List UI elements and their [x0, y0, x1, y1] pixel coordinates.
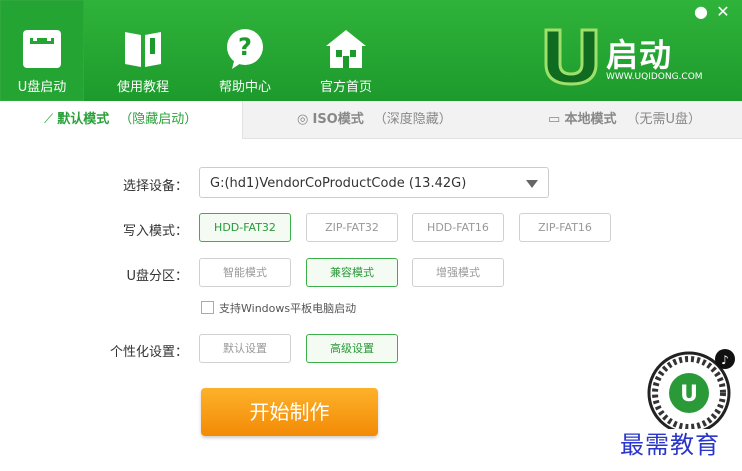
partition-label: U盘分区：: [126, 269, 188, 284]
svg-text:U: U: [680, 382, 698, 407]
write-mode-hdd-fat16[interactable]: HDD-FAT16: [412, 213, 504, 242]
help-icon: ?: [227, 29, 263, 69]
svg-text:?: ?: [238, 33, 252, 61]
nav-tutorial[interactable]: 使用教程: [101, 0, 185, 101]
nav-tutorial-label: 使用教程: [116, 80, 169, 95]
close-icon[interactable]: ✕: [712, 2, 734, 21]
app-logo: 启动 WWW.UQIDONG.COM: [540, 26, 710, 86]
nav-homepage-label: 官方首页: [319, 80, 372, 95]
chevron-down-icon: [526, 180, 538, 188]
minimize-icon[interactable]: ●: [690, 2, 712, 21]
book-icon: [125, 32, 161, 67]
device-select[interactable]: G:(hd1)VendorCoProductCode (13.42G): [199, 167, 549, 198]
home-icon: [326, 30, 366, 68]
mode-tabs: ⟋ 默认模式 （隐藏启动） ◎ ISO模式 （深度隐藏） ▭ 本地模式 （无需U盘）: [0, 101, 742, 139]
nav-homepage[interactable]: 官方首页: [304, 0, 388, 101]
logo-url: WWW.UQIDONG.COM: [606, 72, 703, 82]
watermark-text: 最需教育: [620, 431, 720, 459]
checkbox-box[interactable]: [201, 301, 214, 314]
tab-local-mode[interactable]: ▭ 本地模式 （无需U盘）: [548, 101, 701, 138]
svg-text:♪: ♪: [721, 353, 729, 367]
tab-default-sub: （隐藏启动）: [119, 112, 198, 127]
nav-help[interactable]: ? 帮助中心: [203, 0, 287, 101]
device-value: G:(hd1)VendorCoProductCode (13.42G): [210, 176, 467, 191]
nav-usb-boot-label: U盘启动: [17, 80, 67, 95]
tab-default-label: 默认模式: [57, 112, 110, 127]
nav-help-label: 帮助中心: [218, 80, 271, 95]
write-mode-zip-fat32[interactable]: ZIP-FAT32: [306, 213, 398, 242]
write-mode-zip-fat16[interactable]: ZIP-FAT16: [519, 213, 611, 242]
tab-iso-sub: （深度隐藏）: [373, 112, 452, 127]
top-bar: U盘启动 使用教程 ? 帮助中心 官方首页 ● ✕ 启动 WWW.UQIDONG…: [0, 0, 742, 101]
partition-smart[interactable]: 智能模式: [199, 258, 291, 287]
personal-label: 个性化设置：: [109, 345, 188, 360]
monitor-icon: ▭: [548, 112, 561, 127]
start-button[interactable]: 开始制作: [201, 388, 378, 436]
partition-enhanced[interactable]: 增强模式: [412, 258, 504, 287]
tab-iso-mode[interactable]: ◎ ISO模式 （深度隐藏）: [297, 101, 452, 138]
personal-advanced[interactable]: 高级设置: [306, 334, 398, 363]
qr-code-icon: U ♪: [647, 349, 735, 429]
u-logo-icon: [544, 28, 598, 86]
default-mode-icon: ⟋: [44, 112, 54, 127]
device-label: 选择设备：: [122, 179, 188, 194]
tab-local-sub: （无需U盘）: [626, 112, 701, 127]
tab-default-mode[interactable]: ⟋ 默认模式 （隐藏启动）: [0, 101, 243, 139]
window-controls: ● ✕: [690, 2, 734, 21]
write-mode-label: 写入模式：: [122, 224, 188, 239]
personal-default[interactable]: 默认设置: [199, 334, 291, 363]
usb-drive-icon: [23, 30, 61, 68]
disc-icon: ◎: [297, 112, 309, 127]
nav-usb-boot[interactable]: U盘启动: [0, 0, 84, 101]
tab-local-label: 本地模式: [564, 112, 617, 127]
write-mode-hdd-fat32[interactable]: HDD-FAT32: [199, 213, 291, 242]
tablet-boot-checkbox[interactable]: 支持Windows平板电脑启动: [201, 300, 356, 316]
tablet-boot-label: 支持Windows平板电脑启动: [219, 302, 357, 315]
logo-text: 启动: [606, 36, 673, 74]
partition-compatible[interactable]: 兼容模式: [306, 258, 398, 287]
tab-iso-label: ISO模式: [312, 112, 364, 127]
